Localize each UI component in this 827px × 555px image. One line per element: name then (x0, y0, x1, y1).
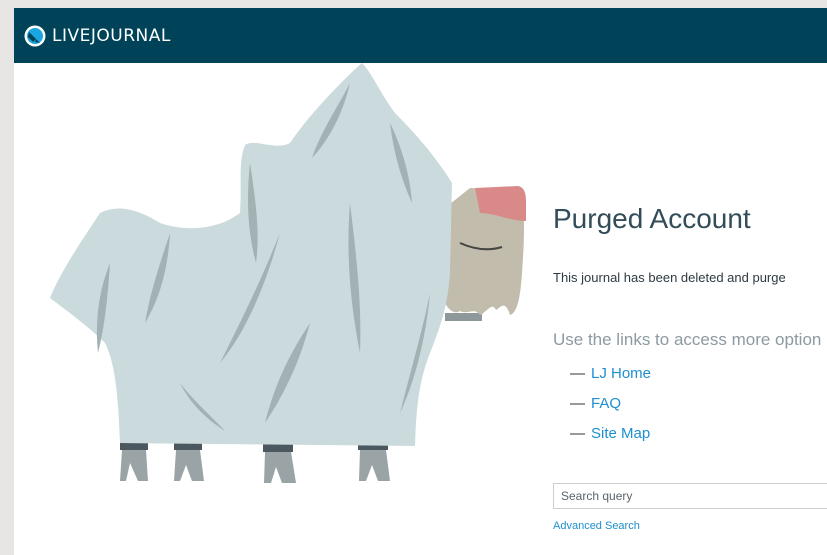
top-navigation-bar: LIVEJOURNAL (14, 8, 827, 63)
page-title: Purged Account (553, 203, 751, 234)
lj-home-link[interactable]: LJ Home (591, 365, 651, 382)
livejournal-logo[interactable]: LIVEJOURNAL (24, 22, 171, 50)
link-item-site-map: — Site Map (570, 425, 651, 455)
ghost-sheet (50, 63, 452, 446)
search-input[interactable] (553, 483, 827, 509)
faq-link[interactable]: FAQ (591, 395, 621, 412)
dash-marker: — (570, 425, 585, 442)
advanced-search-link[interactable]: Advanced Search (553, 520, 640, 532)
link-item-faq: — FAQ (570, 395, 651, 425)
options-heading: Use the links to access more option (553, 330, 822, 349)
link-item-lj-home: — LJ Home (570, 365, 651, 395)
purged-description: This journal has been deleted and purge (553, 270, 786, 285)
dash-marker: — (570, 365, 585, 382)
ghost-illustration (50, 63, 526, 483)
site-map-link[interactable]: Site Map (591, 425, 650, 442)
page: LIVEJOURNAL Purged Account This journal … (14, 8, 827, 555)
logo-text: LIVEJOURNAL (52, 26, 171, 46)
options-link-list: — LJ Home — FAQ — Site Map (570, 365, 651, 455)
livejournal-logo-icon (24, 25, 46, 47)
dash-marker: — (570, 395, 585, 412)
ghost-head (445, 186, 526, 321)
